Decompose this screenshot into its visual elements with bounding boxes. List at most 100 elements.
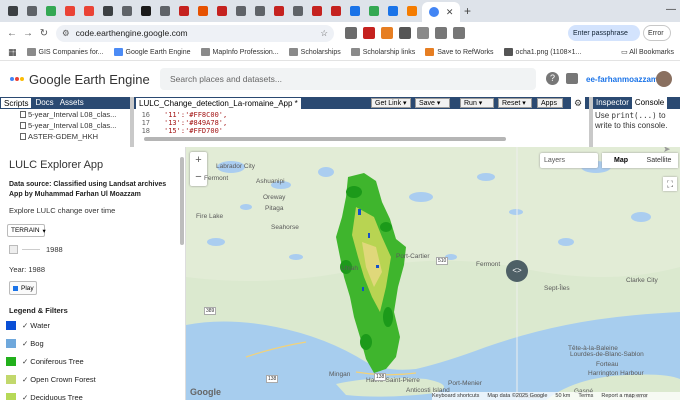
browser-tab[interactable] — [4, 2, 22, 20]
code-lines[interactable]: 16 '11':'#FF8C00', 17 '13':'#849A78', 18 '15'… — [134, 109, 589, 135]
browser-tab[interactable] — [365, 2, 383, 20]
report-error-link[interactable]: Report a map error — [601, 393, 647, 399]
error-button[interactable]: Error — [643, 25, 671, 41]
play-button[interactable]: Play — [9, 281, 37, 295]
tab-assets[interactable]: Assets — [57, 97, 87, 109]
downloads-icon[interactable] — [453, 27, 465, 39]
extension-icon[interactable] — [399, 27, 411, 39]
browser-tab[interactable] — [23, 2, 41, 20]
extension-icon[interactable] — [417, 27, 429, 39]
apps-button[interactable]: Apps — [537, 98, 563, 108]
legend-item[interactable]: ✓ Deciduous Tree — [6, 393, 83, 400]
browser-tab[interactable] — [270, 2, 288, 20]
get-link-button[interactable]: Get Link ▾ — [371, 98, 411, 108]
feedback-icon[interactable] — [566, 73, 578, 84]
bookmark-item[interactable]: ocha1.png (1108×1... — [503, 48, 581, 56]
app-panel-scrollbar[interactable] — [180, 157, 184, 245]
back-icon[interactable]: ← — [4, 28, 20, 39]
apps-grid-icon[interactable]: ▦ — [8, 47, 17, 58]
browser-tab[interactable] — [308, 2, 326, 20]
help-icon[interactable]: ? — [546, 72, 559, 85]
bookmark-item[interactable]: Scholarships — [288, 48, 341, 56]
browser-tab[interactable] — [118, 2, 136, 20]
map-type-satellite[interactable]: Satellite — [640, 153, 678, 168]
tab-inspector[interactable]: Inspector — [593, 97, 632, 109]
search-input[interactable]: Search places and datasets... — [160, 68, 536, 90]
script-tree-item[interactable]: ASTER-GDEM_HKH — [0, 131, 130, 142]
reload-icon[interactable]: ↻ — [36, 28, 52, 39]
gee-logo[interactable]: Google Earth Engine — [10, 72, 150, 87]
legend-item[interactable]: ✓ Water — [6, 321, 50, 330]
browser-tab[interactable] — [137, 2, 155, 20]
basemap-select[interactable]: TERRAIN ▾ — [7, 224, 46, 237]
zoom-in-button[interactable]: + — [190, 152, 207, 169]
layers-button[interactable]: Layers — [540, 153, 598, 168]
site-info-icon[interactable]: ⚙ — [62, 28, 70, 39]
browser-tab[interactable] — [42, 2, 60, 20]
bookmark-item[interactable]: Scholarship links — [350, 48, 415, 56]
checkbox-check-icon[interactable]: ✓ — [22, 357, 28, 366]
map-view[interactable]: ➤ + − Layers Map Satellite ⛶ <> Labrador… — [186, 147, 680, 400]
legend-item[interactable]: ✓ Open Crown Forest — [6, 375, 96, 384]
script-title[interactable]: LULC_Change_detection_La-romaine_App * — [136, 97, 301, 109]
keyboard-shortcuts-link[interactable]: Keyboard shortcuts — [432, 393, 479, 399]
browser-tab[interactable] — [384, 2, 402, 20]
reset-button[interactable]: Reset ▾ — [498, 98, 532, 108]
browser-tab[interactable] — [403, 2, 421, 20]
extension-icon[interactable] — [363, 27, 375, 39]
browser-tab[interactable] — [175, 2, 193, 20]
extension-icon[interactable] — [381, 27, 393, 39]
passphrase-button[interactable]: Enter passphrase — [568, 25, 640, 41]
avatar[interactable] — [656, 71, 672, 87]
browser-tab[interactable] — [80, 2, 98, 20]
bookmark-item[interactable]: MapInfo Profession... — [200, 48, 279, 56]
year-slider[interactable]: 1988 — [9, 245, 63, 254]
bookmark-item[interactable]: Save to RefWorks — [425, 48, 494, 56]
tab-console[interactable]: Console — [631, 97, 668, 109]
close-tab-icon[interactable]: ✕ — [446, 7, 454, 18]
new-tab-icon[interactable]: + — [464, 4, 471, 18]
bookmark-item[interactable]: GIS Companies for... — [26, 48, 104, 56]
tab-scripts[interactable]: Scripts — [0, 97, 33, 109]
browser-tab[interactable] — [61, 2, 79, 20]
fullscreen-icon[interactable]: ⛶ — [663, 177, 677, 191]
browser-tab[interactable] — [232, 2, 250, 20]
checkbox-check-icon[interactable]: ✓ — [22, 375, 28, 384]
browser-tab[interactable] — [99, 2, 117, 20]
browser-tab[interactable] — [346, 2, 364, 20]
checkbox-check-icon[interactable]: ✓ — [22, 393, 28, 400]
script-tree-item[interactable]: 5-year_Interval L08_clas... — [0, 109, 130, 120]
tab-docs[interactable]: Docs — [32, 97, 56, 109]
extensions-puzzle-icon[interactable] — [435, 27, 447, 39]
bookmark-item[interactable]: Google Earth Engine — [113, 48, 191, 56]
minimize-icon[interactable]: — — [666, 4, 676, 15]
forward-icon[interactable]: → — [20, 28, 36, 39]
browser-tab[interactable] — [194, 2, 212, 20]
browser-tab[interactable] — [213, 2, 231, 20]
scale-text[interactable]: 50 km — [555, 393, 570, 399]
browser-tab[interactable] — [327, 2, 345, 20]
legend-item[interactable]: ✓ Coniferous Tree — [6, 357, 84, 366]
browser-tab[interactable] — [289, 2, 307, 20]
terms-link[interactable]: Terms — [578, 393, 593, 399]
active-tab[interactable]: ✕ — [422, 2, 460, 22]
run-button[interactable]: Run ▾ — [460, 98, 494, 108]
script-tree-item[interactable]: 5-year_Interval L08_clas... — [0, 120, 130, 131]
browser-tab[interactable] — [251, 2, 269, 20]
checkbox-check-icon[interactable]: ✓ — [22, 339, 28, 348]
slider-track[interactable] — [22, 249, 40, 250]
legend-item[interactable]: ✓ Bog — [6, 339, 44, 348]
extension-icon[interactable] — [345, 27, 357, 39]
bookmark-star-icon[interactable]: ☆ — [320, 28, 328, 39]
horizontal-scrollbar[interactable] — [144, 137, 506, 141]
map-type-map[interactable]: Map — [602, 153, 640, 168]
user-account-name[interactable]: ee-farhanmoazzam — [586, 75, 658, 84]
split-panel-handle[interactable]: <> — [506, 260, 528, 282]
checkbox-check-icon[interactable]: ✓ — [22, 321, 28, 330]
all-bookmarks[interactable]: ▭ All Bookmarks — [621, 48, 674, 56]
gear-icon[interactable]: ⚙ — [571, 97, 585, 109]
save-button[interactable]: Save ▾ — [415, 98, 450, 108]
browser-tab[interactable] — [156, 2, 174, 20]
address-bar[interactable]: ⚙ code.earthengine.google.com ☆ — [56, 24, 334, 42]
slider-thumb[interactable] — [9, 245, 18, 254]
